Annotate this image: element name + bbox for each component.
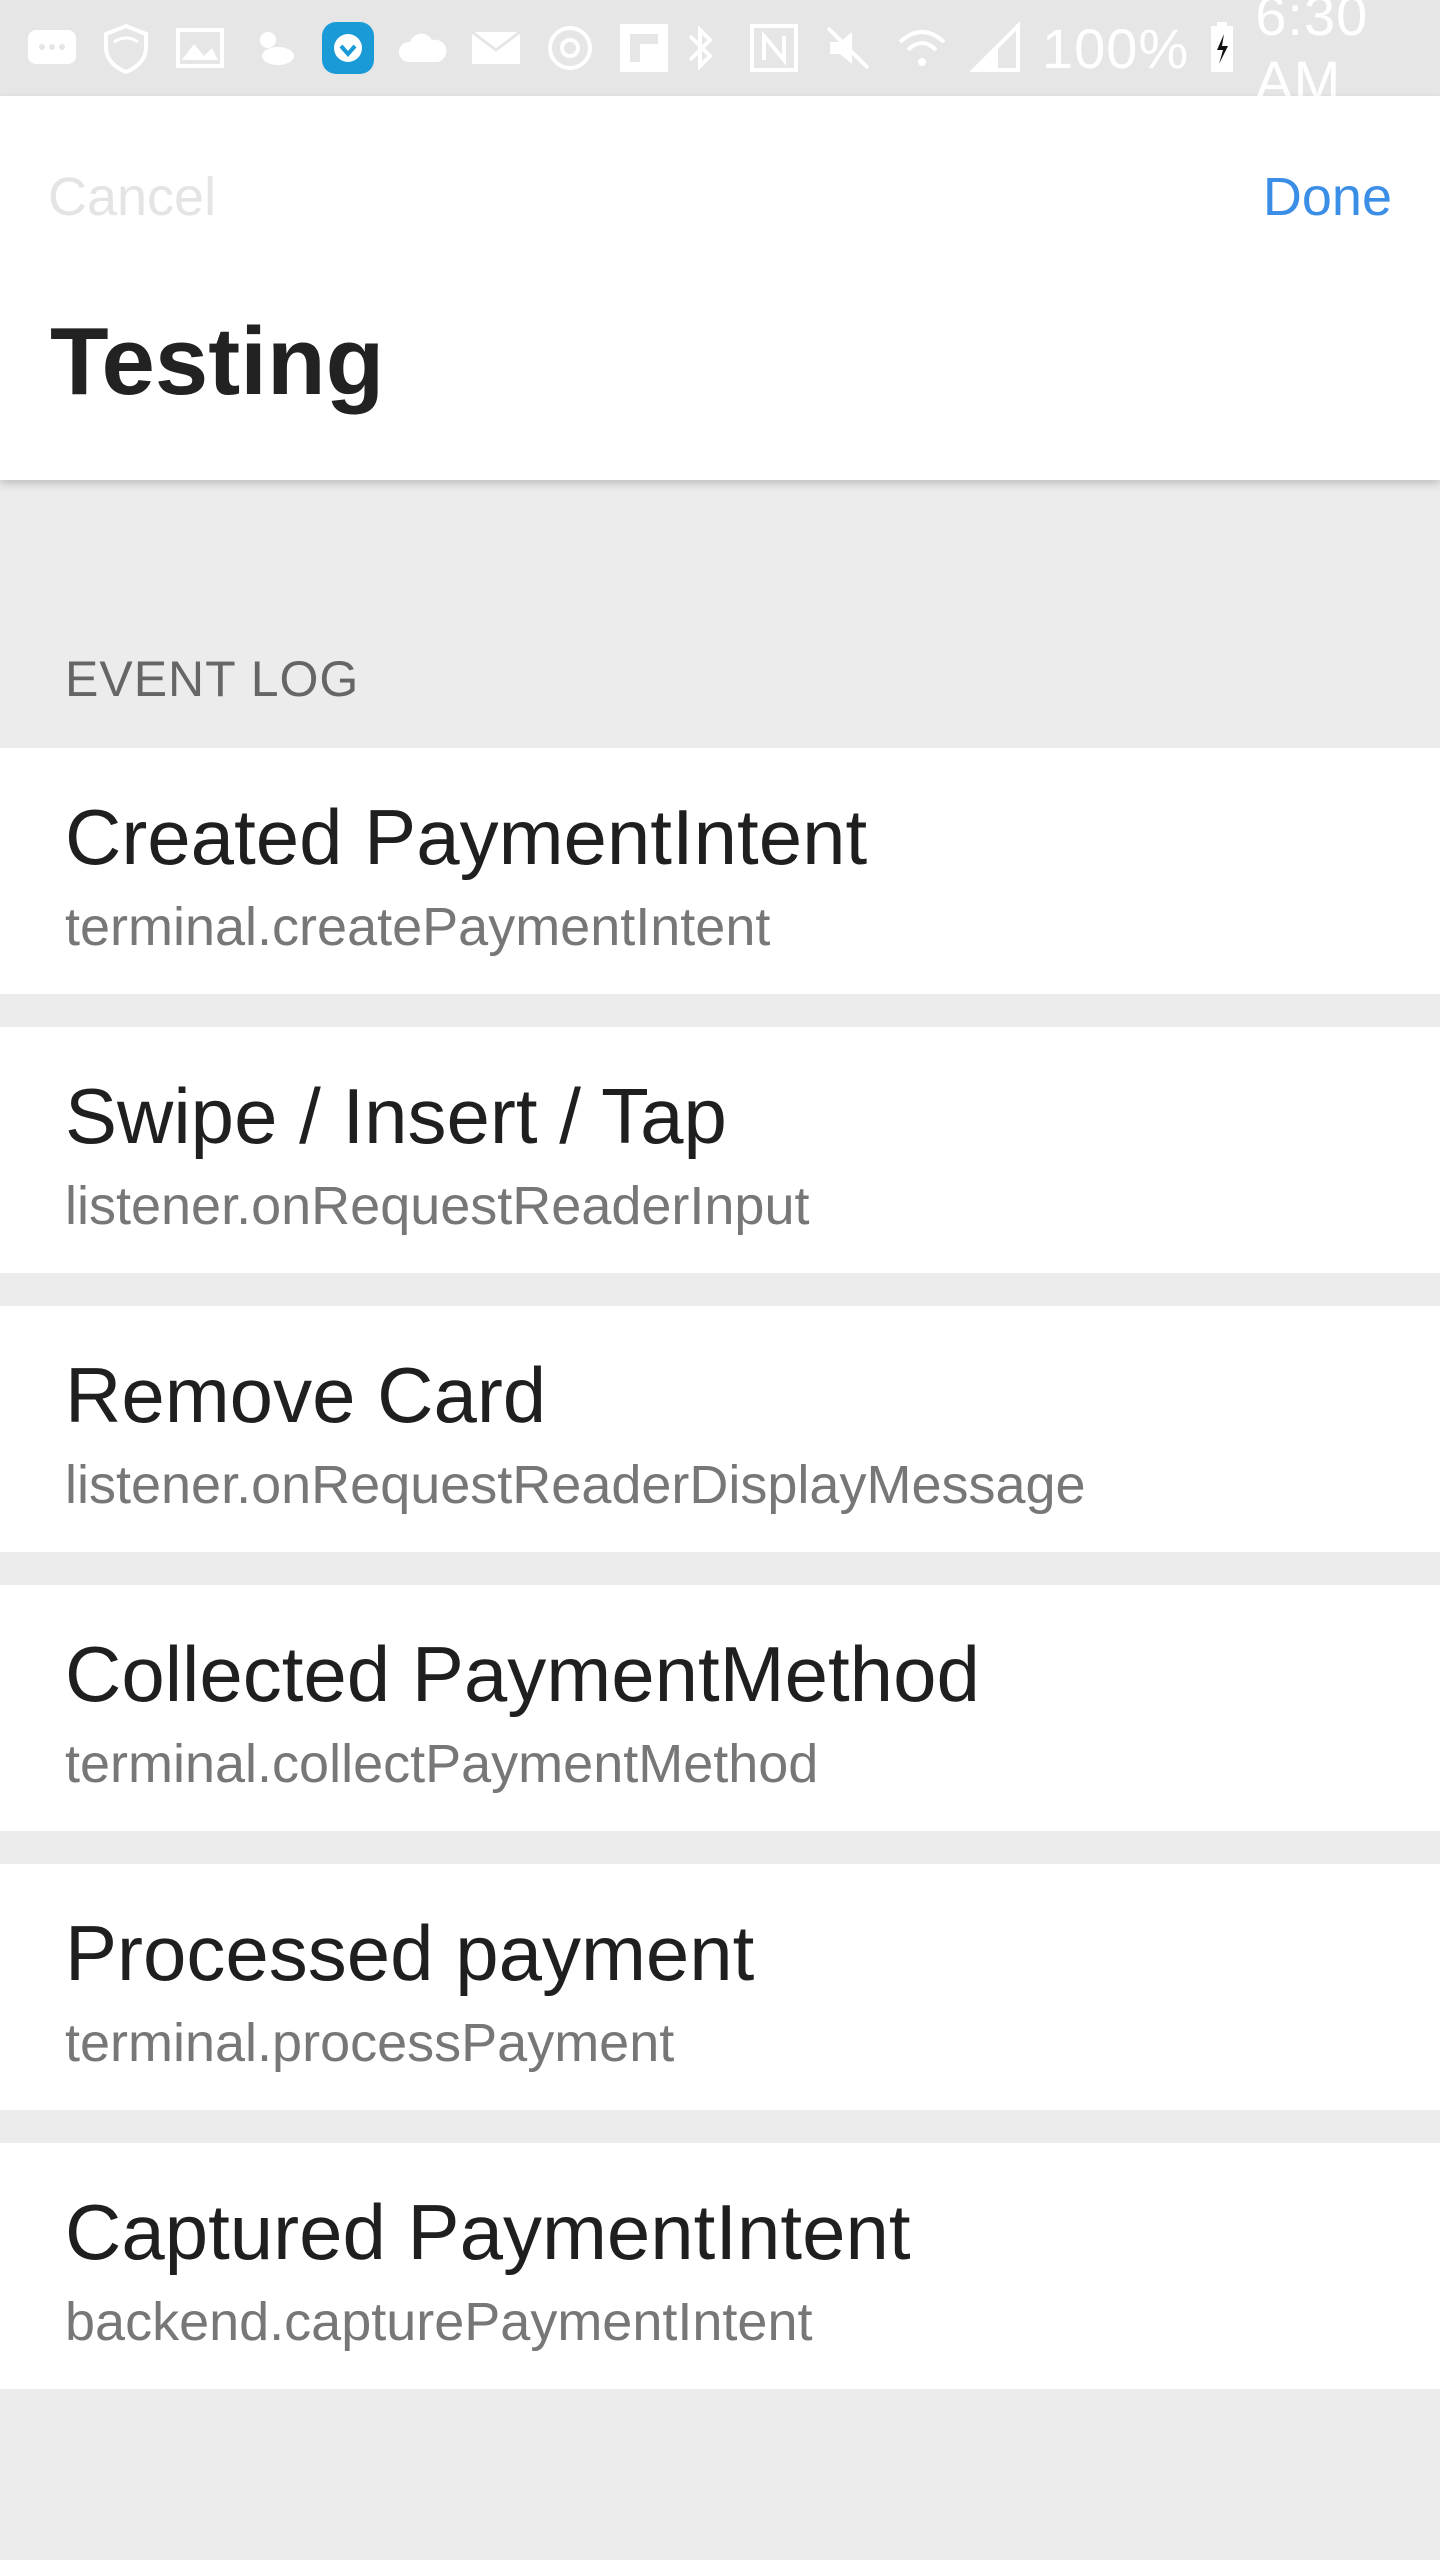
event-title: Collected PaymentMethod — [65, 1630, 980, 1718]
app-notification-icon — [320, 20, 376, 76]
signal-icon — [968, 20, 1024, 76]
done-button[interactable]: Done — [1263, 166, 1392, 228]
event-log-item[interactable]: Remove Card listener.onRequestReaderDisp… — [0, 1306, 1440, 1552]
event-subtitle: backend.capturePaymentIntent — [65, 2292, 813, 2352]
event-log-item[interactable]: Collected PaymentMethod terminal.collect… — [0, 1585, 1440, 1831]
page-title: Testing — [50, 308, 385, 415]
event-log-section-title: EVENT LOG — [65, 651, 360, 707]
event-log-item[interactable]: Captured PaymentIntent backend.capturePa… — [0, 2143, 1440, 2389]
gallery-icon — [172, 20, 228, 76]
status-bar: 100% 6:30 AM — [0, 0, 1440, 112]
wifi-icon — [894, 20, 950, 76]
event-log-item[interactable]: Swipe / Insert / Tap listener.onRequestR… — [0, 1027, 1440, 1273]
event-subtitle: terminal.processPayment — [65, 2013, 675, 2073]
flipboard-icon — [616, 20, 672, 76]
cloud-icon — [394, 20, 450, 76]
dialog-header: Cancel Done Testing — [0, 96, 1440, 480]
event-subtitle: listener.onRequestReaderInput — [65, 1176, 810, 1236]
event-title: Processed payment — [65, 1909, 755, 1997]
cancel-button[interactable]: Cancel — [48, 166, 216, 228]
nfc-icon — [746, 20, 802, 76]
event-log-item[interactable]: Created PaymentIntent terminal.createPay… — [0, 748, 1440, 994]
weather-icon — [246, 20, 302, 76]
battery-percent: 100% — [1042, 16, 1190, 80]
event-title: Swipe / Insert / Tap — [65, 1072, 727, 1160]
event-subtitle: listener.onRequestReaderDisplayMessage — [65, 1455, 1086, 1515]
status-left-icons — [24, 20, 672, 76]
event-subtitle: terminal.collectPaymentMethod — [65, 1734, 819, 1794]
event-title: Remove Card — [65, 1351, 547, 1439]
event-log-item[interactable]: Processed payment terminal.processPaymen… — [0, 1864, 1440, 2110]
event-title: Captured PaymentIntent — [65, 2188, 911, 2276]
mute-icon — [820, 20, 876, 76]
mail-icon — [468, 20, 524, 76]
event-subtitle: terminal.createPaymentIntent — [65, 897, 771, 957]
battery-icon — [1207, 20, 1237, 76]
messages-icon — [24, 20, 80, 76]
shield-icon — [98, 20, 154, 76]
bluetooth-icon — [672, 20, 728, 76]
event-log-list: Created PaymentIntent terminal.createPay… — [0, 748, 1440, 2422]
event-title: Created PaymentIntent — [65, 793, 868, 881]
sync-icon — [542, 20, 598, 76]
